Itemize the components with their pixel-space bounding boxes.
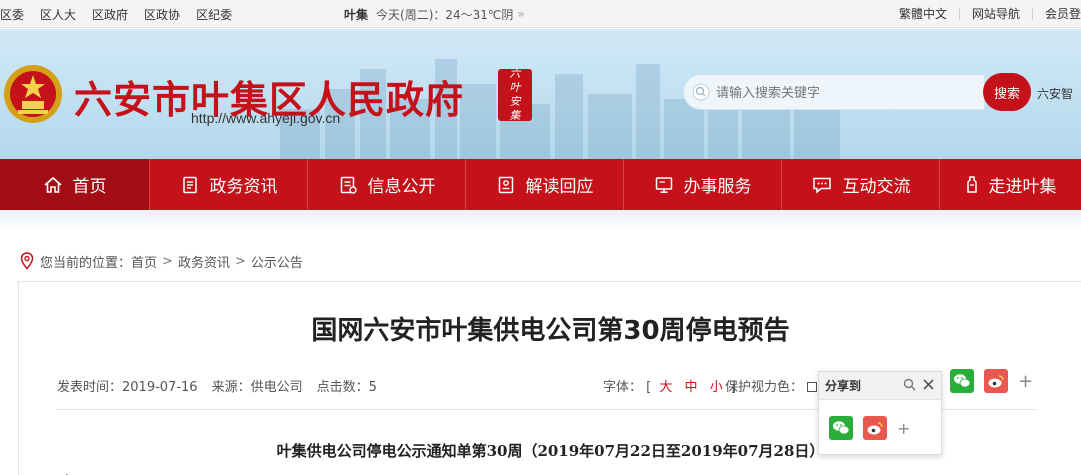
top-links: 区委 区人大 区政府 区政协 区纪委 [0,0,248,28]
list-icon [340,176,357,194]
nav-item-interaction[interactable]: 互动交流 [782,159,940,210]
seal-char: 六 [509,67,521,80]
nav-item-interpretation[interactable]: 解读回应 [466,159,624,210]
seal-char: 集 [509,109,521,122]
top-link-district-cppcc[interactable]: 区政协 [144,6,180,23]
weibo-share-icon[interactable] [863,416,887,440]
breadcrumb-prefix: 您当前的位置： [40,255,132,271]
reading-icon [498,176,513,193]
article-source: 来源：供电公司 [211,380,303,395]
site-url: http://www.ahyeji.gov.cn [191,110,341,126]
top-link-district-congress[interactable]: 区人大 [40,6,76,23]
eye-protect-control: 保护视力色： [725,376,818,395]
nav-item-home[interactable]: 首页 [0,159,150,210]
eye-protect-label: 保护视力色： [725,380,804,395]
share-popup-tools [897,378,935,391]
seal-logo: 六 叶 安 集 [498,67,532,122]
breadcrumb-news[interactable]: 政务资讯 [178,252,230,271]
nav-label: 政务资讯 [209,177,278,197]
nav-label: 首页 [72,177,107,197]
search-box [683,74,985,110]
breadcrumb-home[interactable]: 首页 [131,252,157,271]
nav-item-services[interactable]: 办事服务 [624,159,782,210]
article-body-text: 序 [59,471,74,475]
search-button[interactable]: 搜索 [983,73,1031,111]
top-link-district-committee[interactable]: 区委 [0,6,24,23]
location-pin-icon [20,252,34,270]
home-icon [43,176,62,193]
seal-char: 叶 [509,81,521,94]
monitor-icon [655,176,672,193]
traditional-chinese-link[interactable]: 繁體中文 [887,8,947,20]
chat-icon [812,177,831,194]
color-swatch-white[interactable] [807,382,818,392]
weibo-share-icon[interactable] [984,369,1008,393]
search-side-text[interactable]: 六安智 [1037,85,1073,102]
top-bar: 区委 区人大 区政府 区政协 区纪委 叶集 今天(周二)：24～31℃阴 » 繁… [0,0,1081,28]
publish-time: 发表时间：2019-07-16 [57,380,198,395]
more-share-icon[interactable]: + [897,419,910,438]
breadcrumb-separator: > [234,253,246,269]
main-nav: 首页 政务资讯 信息公开 解读回应 办事服务 互动交流 走进叶集 [0,159,1081,210]
weather-text: 今天(周二)：24～31℃阴 [376,7,514,22]
nav-label: 信息公开 [367,177,436,197]
nav-label: 办事服务 [683,177,752,197]
document-icon [182,176,197,193]
share-popup-body: + [819,400,941,440]
header-banner: 六安市叶集区人民政府 http://www.ahyeji.gov.cn 六 叶 … [0,29,1081,159]
nav-item-about-yeji[interactable]: 走进叶集 [940,159,1081,210]
font-medium-button[interactable]: 中 [685,380,698,395]
national-emblem-icon [4,65,62,123]
share-search-icon[interactable] [903,378,916,391]
close-icon[interactable] [922,378,935,391]
seal-char: 安 [509,95,521,108]
weather-widget[interactable]: 叶集 今天(周二)：24～31℃阴 » [344,0,525,28]
more-share-icon[interactable]: + [1018,371,1033,392]
breadcrumb: 您当前的位置： 首页 > 政务资讯 > 公示公告 [20,251,303,271]
breadcrumb-announcements[interactable]: 公示公告 [251,252,303,271]
nav-shadow [0,210,1081,232]
nav-item-news[interactable]: 政务资讯 [150,159,308,210]
font-size-control: 字体： [ 大 中 小 ] [603,376,736,395]
share-popup-header: 分享到 [819,372,941,400]
share-bar: + [950,369,1033,393]
weather-city: 叶集 [344,7,369,22]
site-nav-link[interactable]: 网站导航 [958,8,1020,20]
nav-label: 走进叶集 [988,177,1057,197]
top-link-district-government[interactable]: 区政府 [92,6,128,23]
font-large-button[interactable]: 大 [659,380,672,395]
font-label: 字体： [603,380,643,395]
figure-icon [966,175,977,193]
click-count: 点击数：5 [316,380,377,395]
wechat-share-icon[interactable] [950,369,974,393]
share-popup: 分享到 + [818,371,942,455]
top-right-links: 繁體中文 网站导航 会员登 [875,0,1081,28]
font-bracket-open: [ [646,380,652,395]
wechat-share-icon[interactable] [829,416,853,440]
top-link-district-discipline[interactable]: 区纪委 [196,6,232,23]
search-icon [692,83,710,101]
article-meta: 发表时间：2019-07-16 来源：供电公司 点击数：5 [57,376,391,395]
search-input[interactable] [716,84,976,100]
weather-more-icon[interactable]: » [517,7,524,21]
member-login-link[interactable]: 会员登 [1031,8,1081,20]
share-popup-title: 分享到 [825,379,862,393]
font-small-button[interactable]: 小 [710,380,723,395]
breadcrumb-separator: > [162,253,173,269]
article-title: 国网六安市叶集供电公司第30周停电预告 [311,316,790,346]
nav-label: 解读回应 [525,177,594,197]
nav-label: 互动交流 [842,177,911,197]
nav-item-info-disclosure[interactable]: 信息公开 [308,159,466,210]
